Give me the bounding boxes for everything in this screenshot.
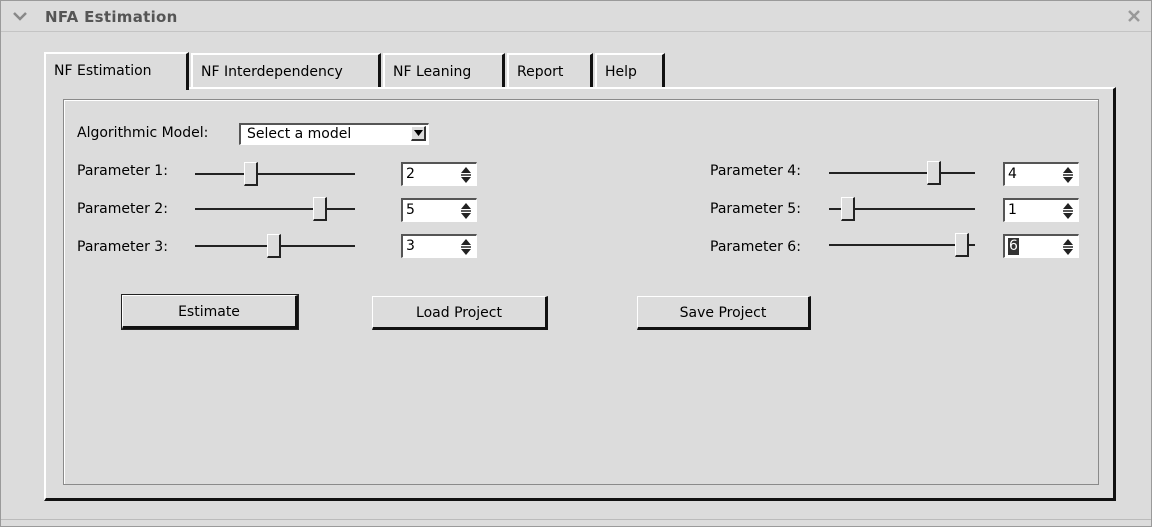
model-select-value: Select a model (247, 126, 352, 142)
parameter-5-spinbox[interactable]: 1 (1003, 198, 1079, 222)
estimate-button[interactable]: Estimate (121, 294, 299, 330)
parameter-2-spinbox[interactable]: 5 (401, 198, 477, 222)
slider-thumb[interactable] (955, 233, 969, 257)
spinbox-value: 1 (1008, 202, 1017, 218)
parameter-4-label: Parameter 4: (710, 163, 801, 179)
tab-nf-leaning[interactable]: NF Leaning (383, 53, 505, 87)
parameter-1-slider[interactable] (195, 162, 355, 186)
window-title: NFA Estimation (45, 8, 178, 26)
slider-thumb[interactable] (244, 162, 258, 186)
parameter-4-slider[interactable] (829, 161, 975, 185)
save-project-button[interactable]: Save Project (637, 296, 811, 330)
spinbox-value: 2 (406, 166, 415, 182)
model-label: Algorithmic Model: (77, 125, 209, 141)
parameter-2-slider[interactable] (195, 197, 355, 221)
save-project-button-label: Save Project (679, 305, 767, 321)
title-bar: NFA Estimation (1, 1, 1151, 32)
tab-help[interactable]: Help (595, 53, 665, 87)
spin-arrows-icon[interactable] (459, 238, 473, 256)
tab-report[interactable]: Report (507, 53, 593, 87)
app-window: NFA Estimation NF Estimation NF Interdep… (0, 0, 1152, 527)
tab-label: NF Interdependency (201, 64, 343, 80)
spin-arrows-icon[interactable] (1061, 166, 1075, 184)
slider-thumb[interactable] (267, 234, 281, 258)
load-project-button-label: Load Project (416, 305, 502, 321)
slider-track (829, 244, 975, 246)
parameter-3-spinbox[interactable]: 3 (401, 234, 477, 258)
parameter-6-label: Parameter 6: (710, 239, 801, 255)
parameter-5-slider[interactable] (829, 197, 975, 221)
parameter-1-label: Parameter 1: (77, 163, 168, 179)
parameter-5-label: Parameter 5: (710, 201, 801, 217)
spinbox-value: 6 (1008, 238, 1019, 255)
parameter-6-spinbox[interactable]: 6 (1003, 234, 1079, 258)
parameter-2-label: Parameter 2: (77, 201, 168, 217)
close-icon[interactable] (1127, 9, 1141, 23)
spin-arrows-icon[interactable] (459, 202, 473, 220)
spinbox-value: 4 (1008, 166, 1017, 182)
parameter-3-label: Parameter 3: (77, 239, 168, 255)
parameter-6-slider[interactable] (829, 233, 975, 257)
tab-label: NF Estimation (54, 63, 152, 79)
slider-track (195, 208, 355, 210)
slider-track (195, 173, 355, 175)
estimate-button-label: Estimate (178, 304, 240, 320)
slider-thumb[interactable] (927, 161, 941, 185)
parameter-4-spinbox[interactable]: 4 (1003, 162, 1079, 186)
chevron-down-icon[interactable] (13, 11, 27, 21)
parameter-3-slider[interactable] (195, 234, 355, 258)
model-select[interactable]: Select a model (239, 123, 429, 145)
tab-nf-interdependency[interactable]: NF Interdependency (191, 53, 381, 87)
slider-thumb[interactable] (313, 197, 327, 221)
parameter-1-spinbox[interactable]: 2 (401, 162, 477, 186)
load-project-button[interactable]: Load Project (372, 296, 548, 330)
tab-nf-estimation[interactable]: NF Estimation (44, 52, 189, 90)
spin-arrows-icon[interactable] (1061, 238, 1075, 256)
spin-arrows-icon[interactable] (459, 166, 473, 184)
tab-label: Help (605, 64, 637, 80)
spinbox-value: 3 (406, 238, 415, 254)
slider-thumb[interactable] (841, 197, 855, 221)
tab-label: Report (517, 64, 564, 80)
tab-label: NF Leaning (393, 64, 472, 80)
window-bottom-edge (1, 519, 1151, 526)
triangle-down-icon (411, 126, 426, 141)
spinbox-value: 5 (406, 202, 415, 218)
estimation-group (63, 99, 1099, 485)
slider-track (829, 172, 975, 174)
spin-arrows-icon[interactable] (1061, 202, 1075, 220)
